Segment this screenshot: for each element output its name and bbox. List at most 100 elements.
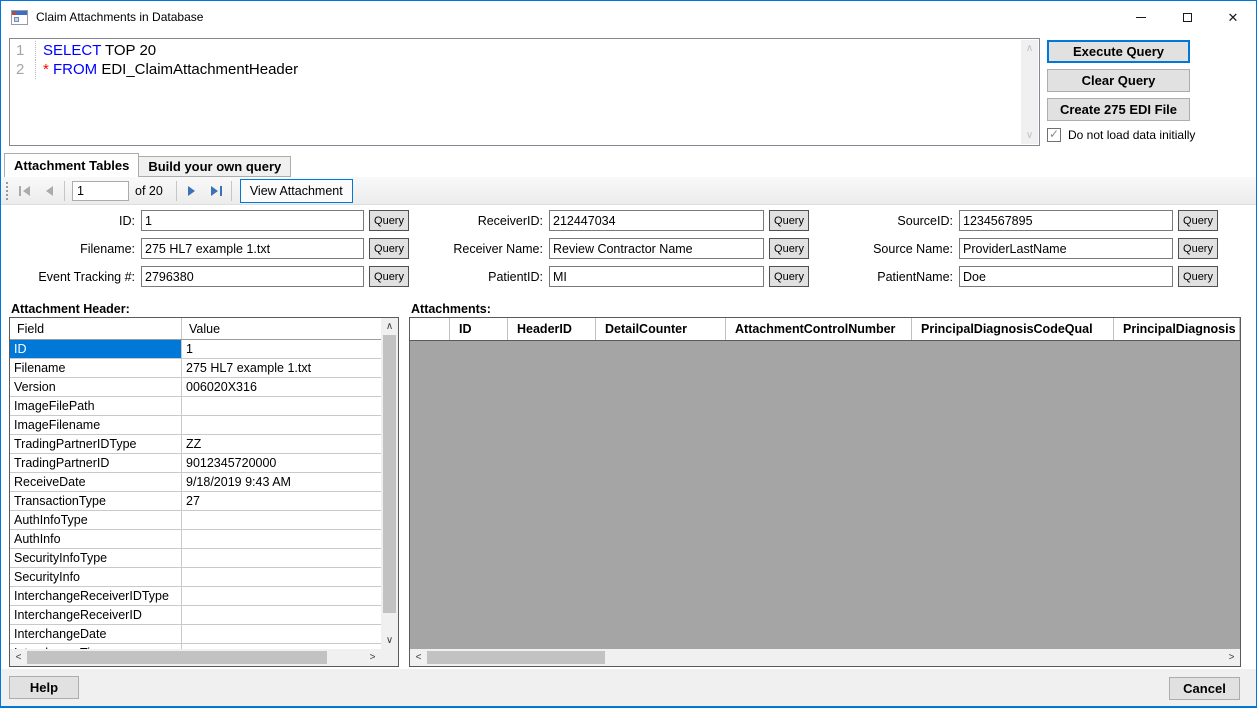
sql-query-editor[interactable]: 1SELECT TOP 202* FROM EDI_ClaimAttachmen… [9,38,1040,146]
grid-cell-value[interactable] [182,625,381,643]
grid-cell-field[interactable]: SecurityInfo [10,568,182,586]
grid-cell-field[interactable]: InterchangeReceiverID [10,606,182,624]
grid-cell-field[interactable]: InterchangeReceiverIDType [10,587,182,605]
column-header-detailcounter[interactable]: DetailCounter [596,318,726,340]
clear-query-button[interactable]: Clear Query [1047,69,1190,92]
create-275-edi-file-button[interactable]: Create 275 EDI File [1047,98,1190,121]
table-row[interactable]: TradingPartnerID9012345720000 [10,454,381,473]
title-bar[interactable]: Claim Attachments in Database ✕ [1,1,1256,33]
event-tracking-query-button[interactable]: Query [369,266,409,287]
execute-query-button[interactable]: Execute Query [1047,40,1190,63]
table-row[interactable]: Version006020X316 [10,378,381,397]
close-button[interactable]: ✕ [1210,1,1256,33]
grid-cell-field[interactable]: TradingPartnerID [10,454,182,472]
grid-cell-value[interactable] [182,606,381,624]
grid-cell-field[interactable]: SecurityInfoType [10,549,182,567]
table-row[interactable]: InterchangeDate [10,625,381,644]
source-name-query-button[interactable]: Query [1178,238,1218,259]
table-row[interactable]: TradingPartnerIDTypeZZ [10,435,381,454]
column-header-attachmentcontrolnumber[interactable]: AttachmentControlNumber [726,318,912,340]
view-attachment-button[interactable]: View Attachment [240,179,353,203]
scroll-down-icon[interactable]: ∨ [1021,127,1038,144]
record-position-input[interactable] [72,181,129,201]
table-row[interactable]: ImageFilename [10,416,381,435]
grid-cell-field[interactable]: ImageFilename [10,416,182,434]
scroll-right-icon[interactable]: > [364,649,381,666]
grid-cell-field[interactable]: ReceiveDate [10,473,182,491]
grid-cell-field[interactable]: TransactionType [10,492,182,510]
scroll-down-icon[interactable]: ∨ [381,632,398,649]
scroll-left-icon[interactable]: < [410,649,427,666]
scroll-up-icon[interactable]: ∧ [1021,40,1038,57]
grid-cell-field[interactable]: Version [10,378,182,396]
maximize-button[interactable] [1164,1,1210,33]
grid-cell-value[interactable] [182,587,381,605]
scroll-up-icon[interactable]: ∧ [381,318,398,335]
scroll-right-icon[interactable]: > [1223,649,1240,666]
receiverid-query-button[interactable]: Query [769,210,809,231]
patientid-query-button[interactable]: Query [769,266,809,287]
horizontal-scrollbar-thumb[interactable] [27,651,327,664]
event-tracking-input[interactable] [141,266,364,287]
grid-cell-value[interactable]: 9/18/2019 9:43 AM [182,473,381,491]
grid-cell-value[interactable]: 006020X316 [182,378,381,396]
grid-cell-value[interactable]: 1 [182,340,381,358]
grid-cell-value[interactable] [182,416,381,434]
grid-cell-value[interactable] [182,397,381,415]
tab-attachment-tables[interactable]: Attachment Tables [4,153,139,177]
grid-cell-value[interactable]: 275 HL7 example 1.txt [182,359,381,377]
table-row[interactable]: AuthInfo [10,530,381,549]
first-record-button[interactable] [13,180,37,202]
cancel-button[interactable]: Cancel [1169,677,1240,700]
table-row[interactable]: InterchangeReceiverIDType [10,587,381,606]
grid-cell-field[interactable]: ImageFilePath [10,397,182,415]
table-row[interactable]: TransactionType27 [10,492,381,511]
id-input[interactable] [141,210,364,231]
table-row[interactable]: SecurityInfo [10,568,381,587]
grid-cell-value[interactable] [182,549,381,567]
patientname-input[interactable] [959,266,1173,287]
tab-build-your-own-query[interactable]: Build your own query [139,156,291,177]
do-not-load-data-checkbox[interactable]: ✓ [1047,128,1061,142]
grid-cell-value[interactable]: 9012345720000 [182,454,381,472]
source-name-input[interactable] [959,238,1173,259]
header-grid-vertical-scrollbar[interactable]: ∧ ∨ [381,318,398,649]
column-header-principaldiagnosis[interactable]: PrincipalDiagnosis [1114,318,1240,340]
grid-cell-value[interactable]: ZZ [182,435,381,453]
horizontal-scrollbar-thumb[interactable] [427,651,605,664]
table-row[interactable]: SecurityInfoType [10,549,381,568]
grid-cell-value[interactable]: 27 [182,492,381,510]
receiverid-input[interactable] [549,210,764,231]
filename-input[interactable] [141,238,364,259]
attachments-grid-horizontal-scrollbar[interactable]: < > [410,649,1240,666]
next-record-button[interactable] [180,180,204,202]
patientid-input[interactable] [549,266,764,287]
help-button[interactable]: Help [9,676,79,699]
grid-cell-value[interactable] [182,511,381,529]
grid-cell-field[interactable]: InterchangeDate [10,625,182,643]
minimize-button[interactable] [1118,1,1164,33]
sourceid-query-button[interactable]: Query [1178,210,1218,231]
sourceid-input[interactable] [959,210,1173,231]
column-header-row-selector[interactable] [410,318,450,340]
patientname-query-button[interactable]: Query [1178,266,1218,287]
grid-cell-field[interactable]: AuthInfoType [10,511,182,529]
toolstrip-grip[interactable] [6,182,9,200]
table-row[interactable]: ReceiveDate9/18/2019 9:43 AM [10,473,381,492]
receiver-name-query-button[interactable]: Query [769,238,809,259]
table-row[interactable]: ImageFilePath [10,397,381,416]
grid-cell-field[interactable]: Filename [10,359,182,377]
table-row[interactable]: Filename275 HL7 example 1.txt [10,359,381,378]
column-header-headerid[interactable]: HeaderID [508,318,596,340]
grid-cell-value[interactable] [182,568,381,586]
column-header-value[interactable]: Value [182,318,220,339]
grid-cell-field[interactable]: ID [10,340,182,358]
grid-cell-value[interactable] [182,530,381,548]
sql-editor-vertical-scrollbar[interactable]: ∧ ∨ [1021,40,1038,144]
header-grid-horizontal-scrollbar[interactable]: < > [10,649,381,666]
receiver-name-input[interactable] [549,238,764,259]
scroll-left-icon[interactable]: < [10,649,27,666]
id-query-button[interactable]: Query [369,210,409,231]
column-header-principaldiagnosiscodequal[interactable]: PrincipalDiagnosisCodeQual [912,318,1114,340]
table-row[interactable]: InterchangeReceiverID [10,606,381,625]
